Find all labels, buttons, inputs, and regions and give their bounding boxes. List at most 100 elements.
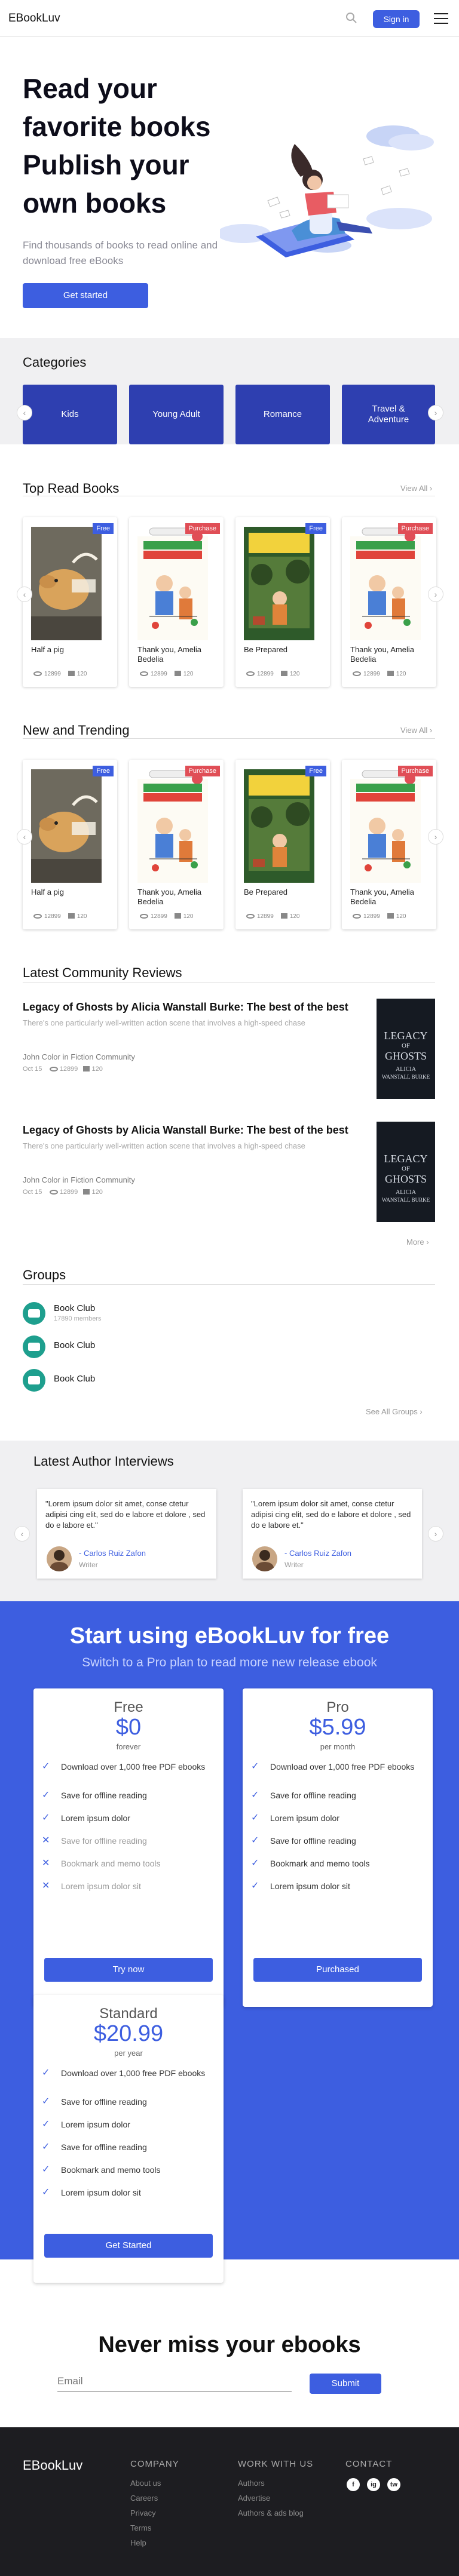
- submit-button[interactable]: Submit: [310, 2374, 381, 2394]
- chevron-right-icon[interactable]: ›: [428, 587, 443, 602]
- book-card[interactable]: Free Be Prepared 12899 120: [235, 517, 330, 687]
- footer-logo[interactable]: EBookLuv: [23, 2458, 82, 2473]
- book-views: 12899: [257, 913, 274, 920]
- book-title[interactable]: Be Prepared: [244, 888, 325, 897]
- get-started-button[interactable]: Get started: [23, 283, 148, 308]
- check-icon: ✓: [251, 1835, 259, 1846]
- interview-card[interactable]: "Lorem ipsum dolor sit amet, conse ctetu…: [37, 1489, 216, 1579]
- check-icon: ✓: [251, 1761, 259, 1771]
- plan-feature-text: Download over 1,000 free PDF ebooks: [61, 2068, 206, 2078]
- category-romance[interactable]: Romance: [235, 385, 330, 444]
- interview-role: Writer: [79, 1561, 98, 1569]
- interview-card[interactable]: "Lorem ipsum dolor sit amet, conse ctetu…: [243, 1489, 422, 1579]
- more-link[interactable]: More ›: [406, 1238, 429, 1246]
- plan-feature: ✓ Download over 1,000 free PDF ebooks: [42, 2068, 215, 2078]
- plan-feature: ✕ Save for offline reading: [42, 1835, 215, 1846]
- group-name[interactable]: Book Club: [54, 1303, 95, 1313]
- twitter-icon[interactable]: tw: [387, 2478, 400, 2491]
- book-card[interactable]: Free Half a pig 12899 120: [23, 517, 117, 687]
- book-title[interactable]: Thank you, Amelia Bedelia: [350, 888, 431, 907]
- book-views: 12899: [44, 913, 61, 920]
- group-members: 17890 members: [54, 1315, 102, 1322]
- review-book-cover[interactable]: LEGACY OF GHOSTS ALICIA WANSTALL BURKE: [377, 1122, 435, 1222]
- category-kids[interactable]: Kids: [23, 385, 117, 444]
- review-book-cover[interactable]: LEGACY OF GHOSTS ALICIA WANSTALL BURKE: [377, 999, 435, 1099]
- book-cover[interactable]: [350, 769, 421, 883]
- see-all-groups-link[interactable]: See All Groups ›: [366, 1407, 423, 1416]
- review-title[interactable]: Legacy of Ghosts by Alicia Wanstall Burk…: [23, 1124, 348, 1137]
- category-young-adult[interactable]: Young Adult: [129, 385, 224, 444]
- book-cover[interactable]: [31, 769, 102, 883]
- plan-feature-text: Save for offline reading: [61, 2097, 147, 2107]
- cover-text: OF: [401, 1042, 411, 1049]
- plan-button[interactable]: Purchased: [253, 1958, 422, 1982]
- chevron-right-icon[interactable]: ›: [428, 405, 443, 420]
- footer-link[interactable]: Privacy: [130, 2509, 156, 2517]
- new-trending-heading: New and Trending: [23, 723, 130, 738]
- book-tag: Free: [93, 523, 114, 534]
- book-card[interactable]: Free Be Prepared 12899 120: [235, 760, 330, 929]
- book-card[interactable]: Purchase Thank you, Amelia Bedelia 12899 12…: [342, 517, 436, 687]
- book-cover[interactable]: [31, 527, 102, 640]
- book-title[interactable]: Be Prepared: [244, 645, 325, 655]
- plan-feature-text: Save for offline reading: [270, 1836, 356, 1846]
- book-card[interactable]: Purchase Thank you, Amelia Bedelia 12899 12…: [129, 517, 224, 687]
- plan-feature-text: Bookmark and memo tools: [61, 1859, 161, 1868]
- interview-author[interactable]: - Carlos Ruiz Zafon: [79, 1549, 146, 1558]
- book-stats: 12899 120: [353, 671, 406, 677]
- view-all-link[interactable]: View All ›: [400, 484, 432, 493]
- category-travel-adventure[interactable]: Travel & Adventure: [342, 385, 435, 444]
- menu-icon[interactable]: [434, 13, 448, 24]
- review-author[interactable]: John Color in Fiction Community: [23, 1052, 135, 1061]
- review-title[interactable]: Legacy of Ghosts by Alicia Wanstall Burk…: [23, 1001, 348, 1014]
- book-title[interactable]: Thank you, Amelia Bedelia: [137, 645, 218, 664]
- footer-link[interactable]: Careers: [130, 2494, 158, 2503]
- book-card[interactable]: Free Half a pig 12899 120: [23, 760, 117, 929]
- plan-feature-text: Download over 1,000 free PDF ebooks: [61, 1762, 206, 1771]
- group-name[interactable]: Book Club: [54, 1374, 95, 1384]
- book-title[interactable]: Half a pig: [31, 888, 112, 897]
- chevron-right-icon[interactable]: ›: [428, 829, 443, 845]
- book-title[interactable]: Thank you, Amelia Bedelia: [350, 645, 431, 664]
- instagram-icon[interactable]: ig: [367, 2478, 380, 2491]
- chevron-left-icon[interactable]: ‹: [17, 587, 32, 602]
- chevron-left-icon[interactable]: ‹: [17, 405, 32, 420]
- footer-link[interactable]: Terms: [130, 2523, 151, 2532]
- book-card[interactable]: Purchase Thank you, Amelia Bedelia 12899 12…: [342, 760, 436, 929]
- book-title[interactable]: Half a pig: [31, 645, 112, 655]
- footer-link[interactable]: Advertise: [238, 2494, 270, 2503]
- book-cover[interactable]: [137, 769, 208, 883]
- chevron-right-icon[interactable]: ›: [428, 1526, 443, 1542]
- chevron-left-icon[interactable]: ‹: [14, 1526, 30, 1542]
- book-cover[interactable]: [137, 527, 208, 640]
- plan-button[interactable]: Try now: [44, 1958, 213, 1982]
- pricing-subtitle: Switch to a Pro plan to read more new re…: [82, 1656, 377, 1669]
- plan-feature-text: Bookmark and memo tools: [61, 2165, 161, 2175]
- logo[interactable]: EBookLuv: [8, 12, 60, 25]
- review-meta: Oct 15 12899 120: [23, 1189, 103, 1196]
- plan-button[interactable]: Get Started: [44, 2234, 213, 2258]
- book-card[interactable]: Purchase Thank you, Amelia Bedelia 12899 12…: [129, 760, 224, 929]
- group-name[interactable]: Book Club: [54, 1340, 95, 1350]
- book-comments: 120: [183, 671, 194, 677]
- book-cover[interactable]: [350, 527, 421, 640]
- book-cover[interactable]: [244, 769, 314, 883]
- interview-author[interactable]: - Carlos Ruiz Zafon: [284, 1549, 351, 1558]
- chevron-left-icon[interactable]: ‹: [17, 829, 32, 845]
- sign-in-button[interactable]: Sign in: [373, 10, 420, 28]
- eye-icon: [246, 671, 255, 676]
- book-title[interactable]: Thank you, Amelia Bedelia: [137, 888, 218, 907]
- footer-link[interactable]: Authors & ads blog: [238, 2509, 304, 2517]
- footer-link[interactable]: Authors: [238, 2479, 265, 2488]
- plan-feature-text: Lorem ipsum dolor sit: [61, 1881, 141, 1891]
- view-all-link[interactable]: View All ›: [400, 726, 432, 735]
- footer-link[interactable]: About us: [130, 2479, 161, 2488]
- book-cover[interactable]: [244, 527, 314, 640]
- search-icon[interactable]: [345, 12, 357, 24]
- email-input[interactable]: [57, 2371, 292, 2391]
- footer-link[interactable]: Help: [130, 2538, 146, 2547]
- page: EBookLuv Sign in Read your favorite book…: [0, 0, 459, 2576]
- book-stats: 12899 120: [246, 671, 300, 677]
- review-author[interactable]: John Color in Fiction Community: [23, 1175, 135, 1184]
- facebook-icon[interactable]: f: [347, 2478, 360, 2491]
